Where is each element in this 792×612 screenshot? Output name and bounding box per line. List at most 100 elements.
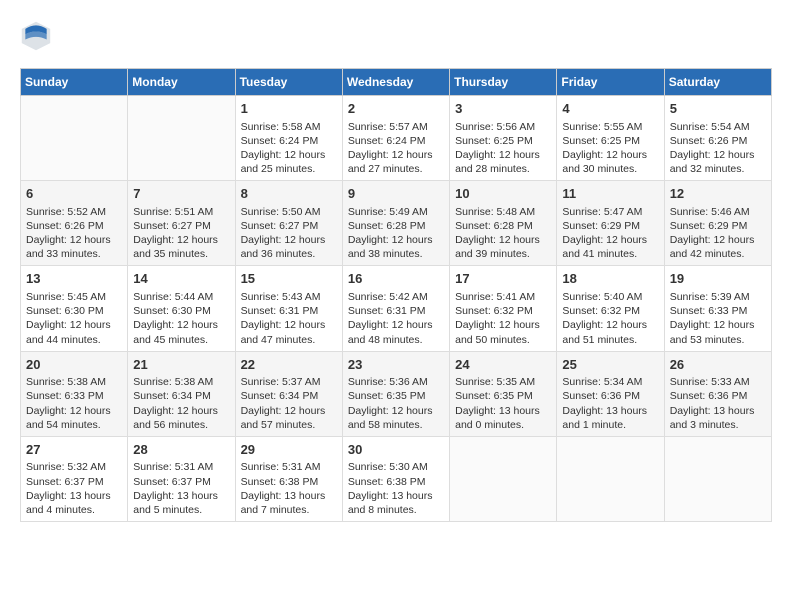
day-number: 19	[670, 270, 766, 288]
day-number: 30	[348, 441, 444, 459]
calendar-cell: 21Sunrise: 5:38 AM Sunset: 6:34 PM Dayli…	[128, 351, 235, 436]
day-info: Sunrise: 5:42 AM Sunset: 6:31 PM Dayligh…	[348, 290, 444, 347]
calendar-cell: 24Sunrise: 5:35 AM Sunset: 6:35 PM Dayli…	[450, 351, 557, 436]
day-info: Sunrise: 5:31 AM Sunset: 6:37 PM Dayligh…	[133, 460, 229, 517]
day-info: Sunrise: 5:58 AM Sunset: 6:24 PM Dayligh…	[241, 120, 337, 177]
calendar-cell: 29Sunrise: 5:31 AM Sunset: 6:38 PM Dayli…	[235, 436, 342, 521]
calendar-cell	[557, 436, 664, 521]
calendar-cell: 3 Sunrise: 5:56 AM Sunset: 6:25 PM Daylig…	[450, 96, 557, 181]
calendar-cell	[664, 436, 771, 521]
calendar-week-row: 27Sunrise: 5:32 AM Sunset: 6:37 PM Dayli…	[21, 436, 772, 521]
calendar-cell: 14 Sunrise: 5:44 AM Sunset: 6:30 PM Dayli…	[128, 266, 235, 351]
calendar-cell: 5 Sunrise: 5:54 AM Sunset: 6:26 PM Daylig…	[664, 96, 771, 181]
day-info: Sunrise: 5:37 AM Sunset: 6:34 PM Dayligh…	[241, 375, 337, 432]
day-info: Sunrise: 5:52 AM Sunset: 6:26 PM Dayligh…	[26, 205, 122, 262]
calendar-cell: 8 Sunrise: 5:50 AM Sunset: 6:27 PM Daylig…	[235, 181, 342, 266]
calendar-cell: 10Sunrise: 5:48 AM Sunset: 6:28 PM Dayli…	[450, 181, 557, 266]
calendar-week-row: 20Sunrise: 5:38 AM Sunset: 6:33 PM Dayli…	[21, 351, 772, 436]
day-number: 15	[241, 270, 337, 288]
day-number: 28	[133, 441, 229, 459]
calendar-cell	[450, 436, 557, 521]
day-info: Sunrise: 5:56 AM Sunset: 6:25 PM Dayligh…	[455, 120, 551, 177]
calendar-cell: 25Sunrise: 5:34 AM Sunset: 6:36 PM Dayli…	[557, 351, 664, 436]
day-info: Sunrise: 5:49 AM Sunset: 6:28 PM Dayligh…	[348, 205, 444, 262]
day-number: 16	[348, 270, 444, 288]
day-number: 5	[670, 100, 766, 118]
day-info: Sunrise: 5:47 AM Sunset: 6:29 PM Dayligh…	[562, 205, 658, 262]
day-number: 4	[562, 100, 658, 118]
day-info: Sunrise: 5:54 AM Sunset: 6:26 PM Dayligh…	[670, 120, 766, 177]
calendar-cell: 18 Sunrise: 5:40 AM Sunset: 6:32 PM Dayli…	[557, 266, 664, 351]
day-number: 10	[455, 185, 551, 203]
page-header	[20, 20, 772, 52]
calendar-cell: 11 Sunrise: 5:47 AM Sunset: 6:29 PM Dayli…	[557, 181, 664, 266]
calendar-cell: 9 Sunrise: 5:49 AM Sunset: 6:28 PM Daylig…	[342, 181, 449, 266]
day-number: 29	[241, 441, 337, 459]
day-number: 17	[455, 270, 551, 288]
day-info: Sunrise: 5:40 AM Sunset: 6:32 PM Dayligh…	[562, 290, 658, 347]
calendar-cell	[21, 96, 128, 181]
day-number: 11	[562, 185, 658, 203]
calendar-week-row: 1 Sunrise: 5:58 AM Sunset: 6:24 PM Daylig…	[21, 96, 772, 181]
day-number: 3	[455, 100, 551, 118]
day-info: Sunrise: 5:57 AM Sunset: 6:24 PM Dayligh…	[348, 120, 444, 177]
day-info: Sunrise: 5:55 AM Sunset: 6:25 PM Dayligh…	[562, 120, 658, 177]
day-info: Sunrise: 5:43 AM Sunset: 6:31 PM Dayligh…	[241, 290, 337, 347]
day-number: 6	[26, 185, 122, 203]
calendar-cell: 2 Sunrise: 5:57 AM Sunset: 6:24 PM Daylig…	[342, 96, 449, 181]
calendar-cell: 4 Sunrise: 5:55 AM Sunset: 6:25 PM Daylig…	[557, 96, 664, 181]
day-info: Sunrise: 5:30 AM Sunset: 6:38 PM Dayligh…	[348, 460, 444, 517]
day-number: 25	[562, 356, 658, 374]
day-info: Sunrise: 5:44 AM Sunset: 6:30 PM Dayligh…	[133, 290, 229, 347]
calendar-cell: 19Sunrise: 5:39 AM Sunset: 6:33 PM Dayli…	[664, 266, 771, 351]
day-number: 14	[133, 270, 229, 288]
calendar-cell: 20Sunrise: 5:38 AM Sunset: 6:33 PM Dayli…	[21, 351, 128, 436]
day-number: 26	[670, 356, 766, 374]
day-info: Sunrise: 5:50 AM Sunset: 6:27 PM Dayligh…	[241, 205, 337, 262]
day-number: 21	[133, 356, 229, 374]
weekday-header-thursday: Thursday	[450, 69, 557, 96]
calendar-cell: 6 Sunrise: 5:52 AM Sunset: 6:26 PM Daylig…	[21, 181, 128, 266]
calendar-cell: 1 Sunrise: 5:58 AM Sunset: 6:24 PM Daylig…	[235, 96, 342, 181]
day-number: 7	[133, 185, 229, 203]
calendar-cell: 7 Sunrise: 5:51 AM Sunset: 6:27 PM Daylig…	[128, 181, 235, 266]
weekday-header-monday: Monday	[128, 69, 235, 96]
calendar-cell: 16 Sunrise: 5:42 AM Sunset: 6:31 PM Dayli…	[342, 266, 449, 351]
day-number: 8	[241, 185, 337, 203]
day-number: 20	[26, 356, 122, 374]
day-info: Sunrise: 5:46 AM Sunset: 6:29 PM Dayligh…	[670, 205, 766, 262]
calendar-cell: 28Sunrise: 5:31 AM Sunset: 6:37 PM Dayli…	[128, 436, 235, 521]
weekday-header-sunday: Sunday	[21, 69, 128, 96]
day-info: Sunrise: 5:45 AM Sunset: 6:30 PM Dayligh…	[26, 290, 122, 347]
calendar-cell: 12 Sunrise: 5:46 AM Sunset: 6:29 PM Dayli…	[664, 181, 771, 266]
day-number: 23	[348, 356, 444, 374]
calendar-cell: 26Sunrise: 5:33 AM Sunset: 6:36 PM Dayli…	[664, 351, 771, 436]
day-info: Sunrise: 5:31 AM Sunset: 6:38 PM Dayligh…	[241, 460, 337, 517]
day-number: 12	[670, 185, 766, 203]
calendar-cell: 30Sunrise: 5:30 AM Sunset: 6:38 PM Dayli…	[342, 436, 449, 521]
day-number: 2	[348, 100, 444, 118]
day-info: Sunrise: 5:33 AM Sunset: 6:36 PM Dayligh…	[670, 375, 766, 432]
day-info: Sunrise: 5:36 AM Sunset: 6:35 PM Dayligh…	[348, 375, 444, 432]
day-number: 13	[26, 270, 122, 288]
day-info: Sunrise: 5:41 AM Sunset: 6:32 PM Dayligh…	[455, 290, 551, 347]
weekday-header-tuesday: Tuesday	[235, 69, 342, 96]
day-number: 22	[241, 356, 337, 374]
day-number: 18	[562, 270, 658, 288]
calendar-cell: 22Sunrise: 5:37 AM Sunset: 6:34 PM Dayli…	[235, 351, 342, 436]
calendar-week-row: 13 Sunrise: 5:45 AM Sunset: 6:30 PM Dayli…	[21, 266, 772, 351]
day-number: 24	[455, 356, 551, 374]
weekday-header-friday: Friday	[557, 69, 664, 96]
day-info: Sunrise: 5:35 AM Sunset: 6:35 PM Dayligh…	[455, 375, 551, 432]
calendar-cell: 13 Sunrise: 5:45 AM Sunset: 6:30 PM Dayli…	[21, 266, 128, 351]
calendar-cell: 15 Sunrise: 5:43 AM Sunset: 6:31 PM Dayli…	[235, 266, 342, 351]
day-info: Sunrise: 5:51 AM Sunset: 6:27 PM Dayligh…	[133, 205, 229, 262]
calendar-cell: 17 Sunrise: 5:41 AM Sunset: 6:32 PM Dayli…	[450, 266, 557, 351]
weekday-header-row: SundayMondayTuesdayWednesdayThursdayFrid…	[21, 69, 772, 96]
calendar-cell: 27Sunrise: 5:32 AM Sunset: 6:37 PM Dayli…	[21, 436, 128, 521]
calendar-week-row: 6 Sunrise: 5:52 AM Sunset: 6:26 PM Daylig…	[21, 181, 772, 266]
day-number: 1	[241, 100, 337, 118]
day-number: 9	[348, 185, 444, 203]
calendar-cell	[128, 96, 235, 181]
calendar-table: SundayMondayTuesdayWednesdayThursdayFrid…	[20, 68, 772, 522]
